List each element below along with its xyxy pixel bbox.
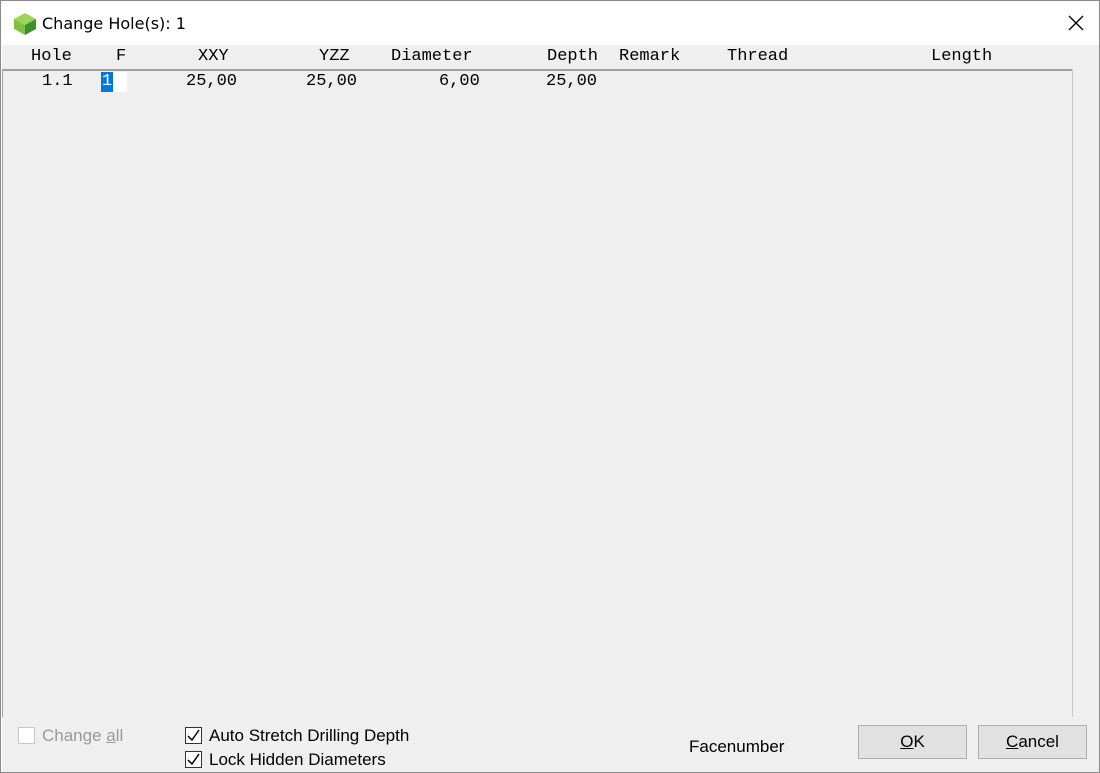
auto-stretch-checkbox[interactable] — [185, 727, 202, 744]
cell-diameter[interactable]: 6,00 — [439, 72, 480, 92]
column-header-f[interactable]: F — [116, 47, 126, 67]
column-header-xxy[interactable]: XXY — [198, 47, 229, 67]
cell-depth[interactable]: 25,00 — [546, 72, 597, 92]
cell-yzz[interactable]: 25,00 — [306, 72, 357, 92]
auto-stretch-label: Auto Stretch Drilling Depth — [209, 726, 410, 745]
grid-right-edge — [1072, 69, 1073, 717]
dialog-footer: Change all Auto Stretch Drilling Depth L… — [2, 717, 1099, 772]
column-header-yzz[interactable]: YZZ — [319, 47, 350, 67]
column-header-thread[interactable]: Thread — [727, 47, 788, 67]
change-holes-dialog: Change Hole(s): 1 Hole F XXY YZZ Diamete… — [0, 0, 1100, 773]
cell-xxy[interactable]: 25,00 — [186, 72, 237, 92]
column-header-length[interactable]: Length — [931, 47, 992, 67]
column-header-remark[interactable]: Remark — [619, 47, 680, 67]
close-icon — [1068, 15, 1084, 31]
green-cube-icon — [13, 12, 37, 36]
grid-header: Hole F XXY YZZ Diameter Depth Remark Thr… — [2, 45, 1072, 71]
ok-button[interactable]: OK — [858, 725, 967, 759]
column-header-diameter[interactable]: Diameter — [391, 47, 473, 67]
close-button[interactable] — [1053, 1, 1099, 45]
holes-grid[interactable]: Hole F XXY YZZ Diameter Depth Remark Thr… — [2, 45, 1099, 717]
column-header-hole[interactable]: Hole — [31, 47, 72, 67]
grid-body — [2, 71, 1073, 717]
status-facenumber: Facenumber — [689, 737, 785, 756]
window-title: Change Hole(s): 1 — [42, 14, 186, 33]
lock-hidden-label: Lock Hidden Diameters — [209, 750, 386, 769]
cell-hole[interactable]: 1.1 — [42, 72, 73, 92]
change-all-label: Change all — [42, 726, 124, 745]
cell-f-selected-text[interactable]: 1 — [101, 72, 113, 92]
cancel-button[interactable]: Cancel — [978, 725, 1087, 759]
lock-hidden-checkbox[interactable] — [185, 751, 202, 768]
checkmark-icon — [187, 729, 200, 742]
title-bar: Change Hole(s): 1 — [1, 1, 1099, 45]
change-all-checkbox[interactable] — [18, 727, 35, 744]
column-header-depth[interactable]: Depth — [547, 47, 598, 67]
checkmark-icon — [187, 753, 200, 766]
